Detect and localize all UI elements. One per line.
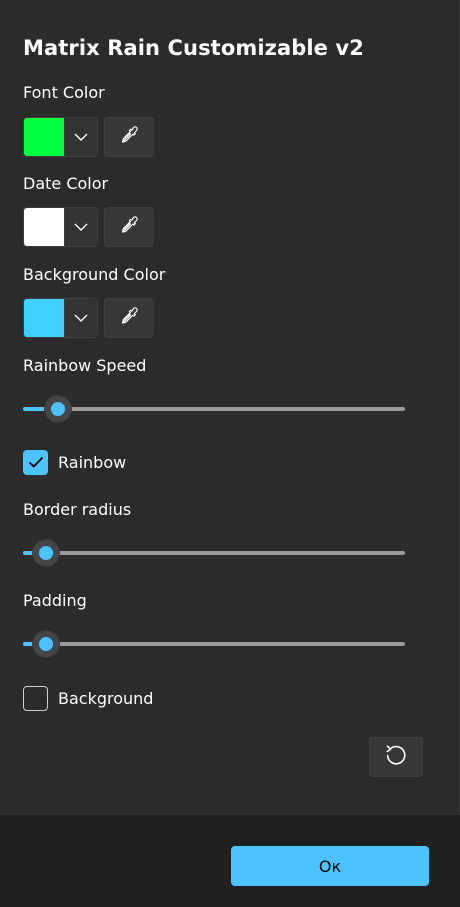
background-checkbox[interactable] bbox=[23, 686, 48, 711]
eyedropper-icon bbox=[119, 125, 139, 149]
background-checkbox-label: Background bbox=[58, 689, 154, 708]
font-color-label: Font Color bbox=[23, 83, 105, 102]
checkmark-icon bbox=[28, 453, 44, 472]
date-color-swatch bbox=[24, 208, 65, 246]
border-radius-slider[interactable] bbox=[23, 539, 405, 567]
rainbow-checkbox-label: Rainbow bbox=[58, 453, 127, 472]
rainbow-checkbox[interactable] bbox=[23, 450, 48, 475]
font-color-swatch bbox=[24, 118, 65, 156]
background-color-label: Background Color bbox=[23, 265, 166, 284]
padding-label: Padding bbox=[23, 591, 87, 610]
eyedropper-icon bbox=[119, 306, 139, 330]
date-color-label: Date Color bbox=[23, 174, 109, 193]
background-checkbox-row[interactable]: Background bbox=[23, 686, 153, 711]
border-radius-label: Border radius bbox=[23, 500, 132, 519]
slider-thumb[interactable] bbox=[32, 539, 61, 567]
ok-button[interactable]: Ок bbox=[231, 846, 429, 886]
chevron-down-icon[interactable] bbox=[65, 208, 97, 246]
settings-dialog: Matrix Rain Customizable v2 Font Color D… bbox=[0, 0, 460, 907]
slider-track[interactable] bbox=[23, 642, 405, 646]
background-color-eyedropper-button[interactable] bbox=[104, 298, 154, 338]
slider-track[interactable] bbox=[23, 407, 405, 411]
eyedropper-icon bbox=[119, 215, 139, 239]
slider-thumb[interactable] bbox=[32, 630, 61, 658]
background-color-picker[interactable] bbox=[23, 298, 98, 338]
background-color-swatch bbox=[24, 299, 65, 337]
font-color-eyedropper-button[interactable] bbox=[104, 117, 154, 157]
slider-track[interactable] bbox=[23, 551, 405, 555]
chevron-down-icon[interactable] bbox=[65, 118, 97, 156]
dialog-title: Matrix Rain Customizable v2 bbox=[23, 36, 364, 60]
chevron-down-icon[interactable] bbox=[65, 299, 97, 337]
rainbow-speed-label: Rainbow Speed bbox=[23, 356, 147, 375]
reset-icon bbox=[383, 742, 409, 772]
rainbow-checkbox-row[interactable]: Rainbow bbox=[23, 450, 126, 475]
date-color-picker[interactable] bbox=[23, 207, 98, 247]
reset-button[interactable] bbox=[369, 737, 423, 777]
padding-slider[interactable] bbox=[23, 630, 405, 658]
rainbow-speed-slider[interactable] bbox=[23, 395, 405, 423]
font-color-picker[interactable] bbox=[23, 117, 98, 157]
date-color-eyedropper-button[interactable] bbox=[104, 207, 154, 247]
slider-thumb[interactable] bbox=[44, 395, 73, 423]
